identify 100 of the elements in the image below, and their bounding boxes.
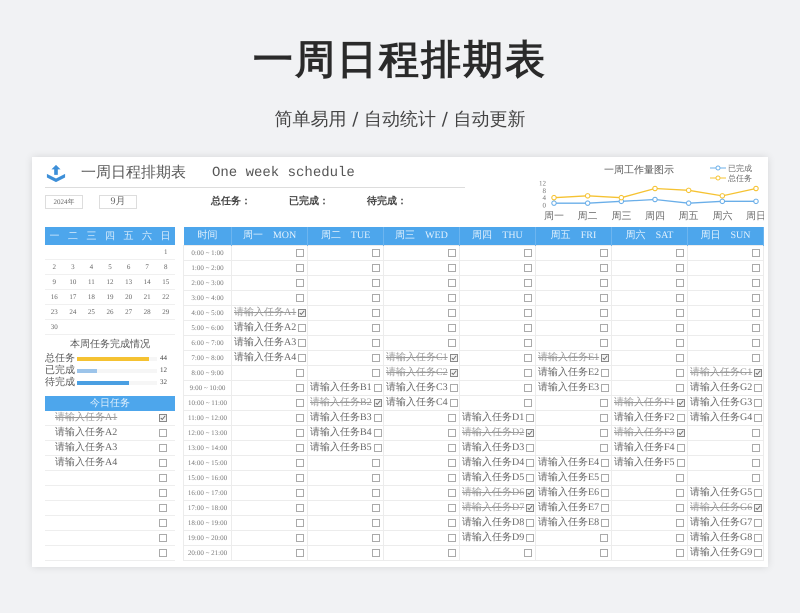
checkbox[interactable] — [676, 518, 684, 527]
checkbox[interactable] — [676, 308, 684, 317]
checkbox[interactable] — [374, 444, 382, 452]
checkbox[interactable] — [296, 384, 304, 392]
checkbox[interactable] — [372, 504, 380, 512]
checkbox[interactable] — [526, 504, 534, 512]
checkbox[interactable] — [524, 368, 532, 377]
checkbox[interactable] — [450, 368, 458, 377]
checkbox[interactable] — [372, 368, 380, 377]
checkbox[interactable] — [159, 414, 167, 422]
checkbox[interactable] — [676, 278, 684, 287]
checkbox[interactable] — [676, 368, 684, 377]
checkbox[interactable] — [524, 308, 532, 317]
checkbox[interactable] — [448, 294, 456, 302]
checkbox[interactable] — [448, 338, 456, 347]
checkbox[interactable] — [298, 338, 306, 347]
checkbox[interactable] — [372, 264, 380, 272]
checkbox[interactable] — [601, 518, 610, 527]
checkbox[interactable] — [752, 324, 760, 332]
checkbox[interactable] — [296, 278, 304, 287]
checkbox[interactable] — [296, 264, 304, 272]
checkbox[interactable] — [752, 338, 760, 347]
checkbox[interactable] — [526, 428, 534, 437]
checkbox[interactable] — [159, 444, 167, 452]
checkbox[interactable] — [159, 534, 167, 542]
checkbox[interactable] — [676, 248, 684, 256]
checkbox[interactable] — [450, 354, 458, 362]
checkbox[interactable] — [601, 354, 610, 362]
checkbox[interactable] — [752, 264, 760, 272]
checkbox[interactable] — [448, 458, 456, 467]
checkbox[interactable] — [448, 474, 456, 482]
checkbox[interactable] — [372, 278, 380, 287]
checkbox[interactable] — [448, 414, 456, 422]
checkbox[interactable] — [448, 548, 456, 557]
checkbox[interactable] — [296, 368, 304, 377]
checkbox[interactable] — [600, 428, 608, 437]
checkbox[interactable] — [600, 278, 608, 287]
checkbox[interactable] — [676, 444, 685, 452]
checkbox[interactable] — [526, 474, 534, 482]
checkbox[interactable] — [298, 324, 306, 332]
checkbox[interactable] — [372, 458, 380, 467]
checkbox[interactable] — [526, 444, 534, 452]
checkbox[interactable] — [296, 444, 304, 452]
checkbox[interactable] — [372, 324, 380, 332]
checkbox[interactable] — [600, 294, 608, 302]
checkbox[interactable] — [372, 488, 380, 497]
checkbox[interactable] — [159, 474, 167, 482]
checkbox[interactable] — [600, 548, 608, 557]
checkbox[interactable] — [600, 534, 608, 542]
checkbox[interactable] — [296, 248, 304, 256]
checkbox[interactable] — [296, 474, 304, 482]
checkbox[interactable] — [676, 384, 684, 392]
checkbox[interactable] — [372, 294, 380, 302]
checkbox[interactable] — [601, 474, 610, 482]
checkbox[interactable] — [448, 248, 456, 256]
checkbox[interactable] — [159, 519, 167, 527]
checkbox[interactable] — [448, 264, 456, 272]
checkbox[interactable] — [296, 458, 304, 467]
checkbox[interactable] — [448, 324, 456, 332]
checkbox[interactable] — [526, 534, 534, 542]
checkbox[interactable] — [601, 384, 610, 392]
checkbox[interactable] — [524, 278, 532, 287]
checkbox[interactable] — [448, 278, 456, 287]
checkbox[interactable] — [372, 354, 380, 362]
checkbox[interactable] — [600, 414, 608, 422]
month-field[interactable]: 9月 — [99, 195, 137, 209]
checkbox[interactable] — [448, 308, 456, 317]
checkbox[interactable] — [601, 488, 610, 497]
checkbox[interactable] — [524, 264, 532, 272]
checkbox[interactable] — [676, 504, 684, 512]
checkbox[interactable] — [524, 354, 532, 362]
checkbox[interactable] — [752, 294, 760, 302]
checkbox[interactable] — [600, 248, 608, 256]
checkbox[interactable] — [159, 459, 167, 467]
checkbox[interactable] — [600, 308, 608, 317]
checkbox[interactable] — [526, 518, 534, 527]
checkbox[interactable] — [524, 398, 532, 407]
checkbox[interactable] — [372, 548, 380, 557]
checkbox[interactable] — [676, 264, 684, 272]
checkbox[interactable] — [600, 398, 608, 407]
checkbox[interactable] — [754, 504, 762, 512]
checkbox[interactable] — [372, 338, 380, 347]
checkbox[interactable] — [752, 474, 760, 482]
checkbox[interactable] — [296, 534, 304, 542]
checkbox[interactable] — [676, 414, 685, 422]
checkbox[interactable] — [601, 458, 610, 467]
checkbox[interactable] — [448, 518, 456, 527]
checkbox[interactable] — [296, 398, 304, 407]
checkbox[interactable] — [448, 428, 456, 437]
checkbox[interactable] — [450, 384, 458, 392]
checkbox[interactable] — [676, 324, 684, 332]
checkbox[interactable] — [754, 368, 762, 377]
checkbox[interactable] — [448, 488, 456, 497]
checkbox[interactable] — [374, 398, 382, 407]
checkbox[interactable] — [600, 324, 608, 332]
checkbox[interactable] — [752, 444, 760, 452]
checkbox[interactable] — [676, 458, 685, 467]
checkbox[interactable] — [676, 548, 684, 557]
checkbox[interactable] — [374, 414, 382, 422]
checkbox[interactable] — [524, 294, 532, 302]
